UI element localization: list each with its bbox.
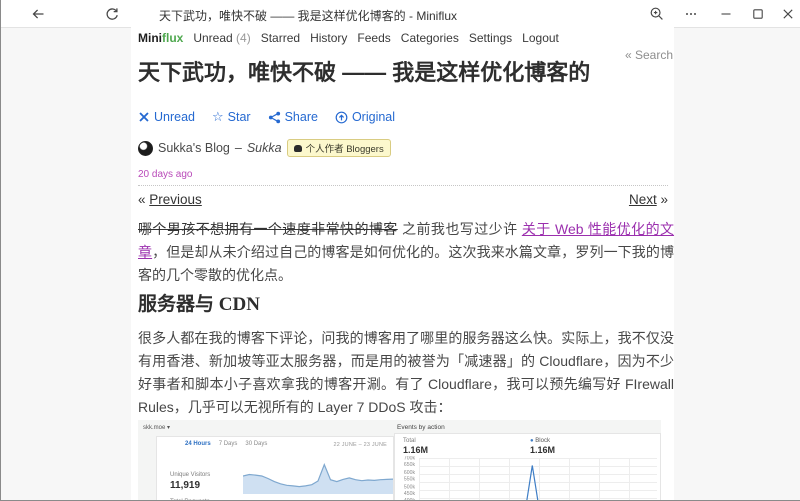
nav-item-starred[interactable]: Starred [261,31,300,45]
paragraph-1: 哪个男孩不想拥有一个速度非常快的博客 之前我也写过少许 关于 Web 性能优化的… [138,218,674,287]
article-title: 天下武功，唯快不破 —— 我是这样优化博客的 [138,58,678,88]
nav-item-feeds[interactable]: Feeds [357,31,390,45]
action-original[interactable]: Original [335,110,395,124]
star-icon: ☆ [212,111,224,124]
strikethrough-text: 哪个男孩不想拥有一个速度非常快的博客 [138,221,398,237]
article-image-analytics: skk.moe ▾ 24 Hours 7 Days 30 Days 22 JUN… [138,420,661,501]
nav-brand[interactable]: Miniflux [138,31,183,45]
events-y-axis: 700k 650k 600k 550k 500k 450k 400k [400,456,415,501]
minimize-button[interactable] [715,3,737,25]
section-heading: 服务器与 CDN [138,289,260,316]
unique-visitors-value: 11,919 [170,480,200,491]
events-total-label: Total [403,438,416,444]
date-range: 22 JUNE – 23 JUNE [333,442,387,448]
traffic-panel: 24 Hours 7 Days 30 Days 22 JUNE – 23 JUN… [156,436,394,501]
maximize-button[interactable] [747,3,769,25]
tab-7-days: 7 Days [219,441,238,447]
events-panel: Total 1.16M ● Block 1.16M 700k 650k 600k… [394,433,661,501]
events-chart [419,458,657,501]
close-icon [780,6,796,22]
action-toggle-unread[interactable]: Unread [138,110,195,124]
entry-pagination: « Previous Next » [138,192,668,207]
zoom-page-button[interactable] [646,3,668,25]
action-share[interactable]: Share [268,110,318,124]
action-unread-label: Unread [154,110,195,124]
action-star[interactable]: ☆ Star [212,110,251,124]
tab-24-hours: 24 Hours [185,441,211,447]
minimize-icon [718,6,734,22]
entry-age: 20 days ago [138,169,193,180]
feed-avatar [138,141,153,156]
refresh-icon [104,6,120,22]
unique-visitors-chart [243,463,393,494]
more-menu-button[interactable] [680,3,702,25]
paragraph-2: 很多人都在我的博客下评论，问我的博客用了哪里的服务器这么快。实际上，我不仅没有用… [138,327,674,419]
nav-item-logout[interactable]: Logout [522,31,559,45]
brand-flux: flux [162,31,183,45]
main-nav: Miniflux Unread (4) Starred History Feed… [138,31,559,45]
nav-item-categories[interactable]: Categories [401,31,459,45]
nav-item-settings[interactable]: Settings [469,31,512,45]
magnifier-plus-icon [649,6,665,22]
action-original-label: Original [352,110,395,124]
share-icon [268,111,281,124]
back-icon [30,6,46,22]
range-tabs: 24 Hours 7 Days 30 Days [185,441,267,447]
block-series-value: 1.16M [530,445,555,455]
window-title: 天下武功，唯快不破 —— 我是这样优化博客的 - Miniflux [159,7,457,24]
feed-info: Sukka's Blog – Sukka 个人作者 Bloggers [138,139,391,157]
external-link-icon [335,111,348,124]
feed-author: Sukka [247,141,282,155]
next-entry-link[interactable]: Next » [629,192,668,207]
block-series-legend: ● Block [530,438,550,444]
more-dots-icon [683,6,699,22]
site-dropdown: skk.moe ▾ [143,424,170,431]
app-window: 天下武功，唯快不破 —— 我是这样优化博客的 - Miniflux [0,0,800,501]
caret-down-icon: ▾ [167,425,170,431]
nav-item-history[interactable]: History [310,31,347,45]
nav-item-unread[interactable]: Unread (4) [193,31,250,45]
category-badge-label: 个人作者 Bloggers [306,141,384,155]
feed-name: Sukka's Blog [158,141,230,155]
dotted-separator [138,185,668,186]
previous-entry-link[interactable]: « Previous [138,192,202,207]
unread-count: (4) [236,31,251,45]
action-share-label: Share [285,110,318,124]
x-mark-icon [138,111,150,123]
legend-dot-icon: ● [530,438,534,444]
action-star-label: Star [228,110,251,124]
close-button[interactable] [777,3,799,25]
entry-actions: Unread ☆ Star Share Original [138,110,395,124]
badge-icon [294,145,302,152]
category-badge: 个人作者 Bloggers [287,139,391,157]
unique-visitors-label: Unique Visitors [170,472,210,478]
events-total-value: 1.16M [403,445,428,455]
back-button[interactable] [27,3,49,25]
refresh-button[interactable] [101,3,123,25]
events-panel-title: Events by action [397,424,445,431]
feed-separator: – [235,141,242,155]
tab-30-days: 30 Days [245,441,267,447]
maximize-icon [750,6,766,22]
titlebar: 天下武功，唯快不破 —— 我是这样优化博客的 - Miniflux [1,0,800,28]
